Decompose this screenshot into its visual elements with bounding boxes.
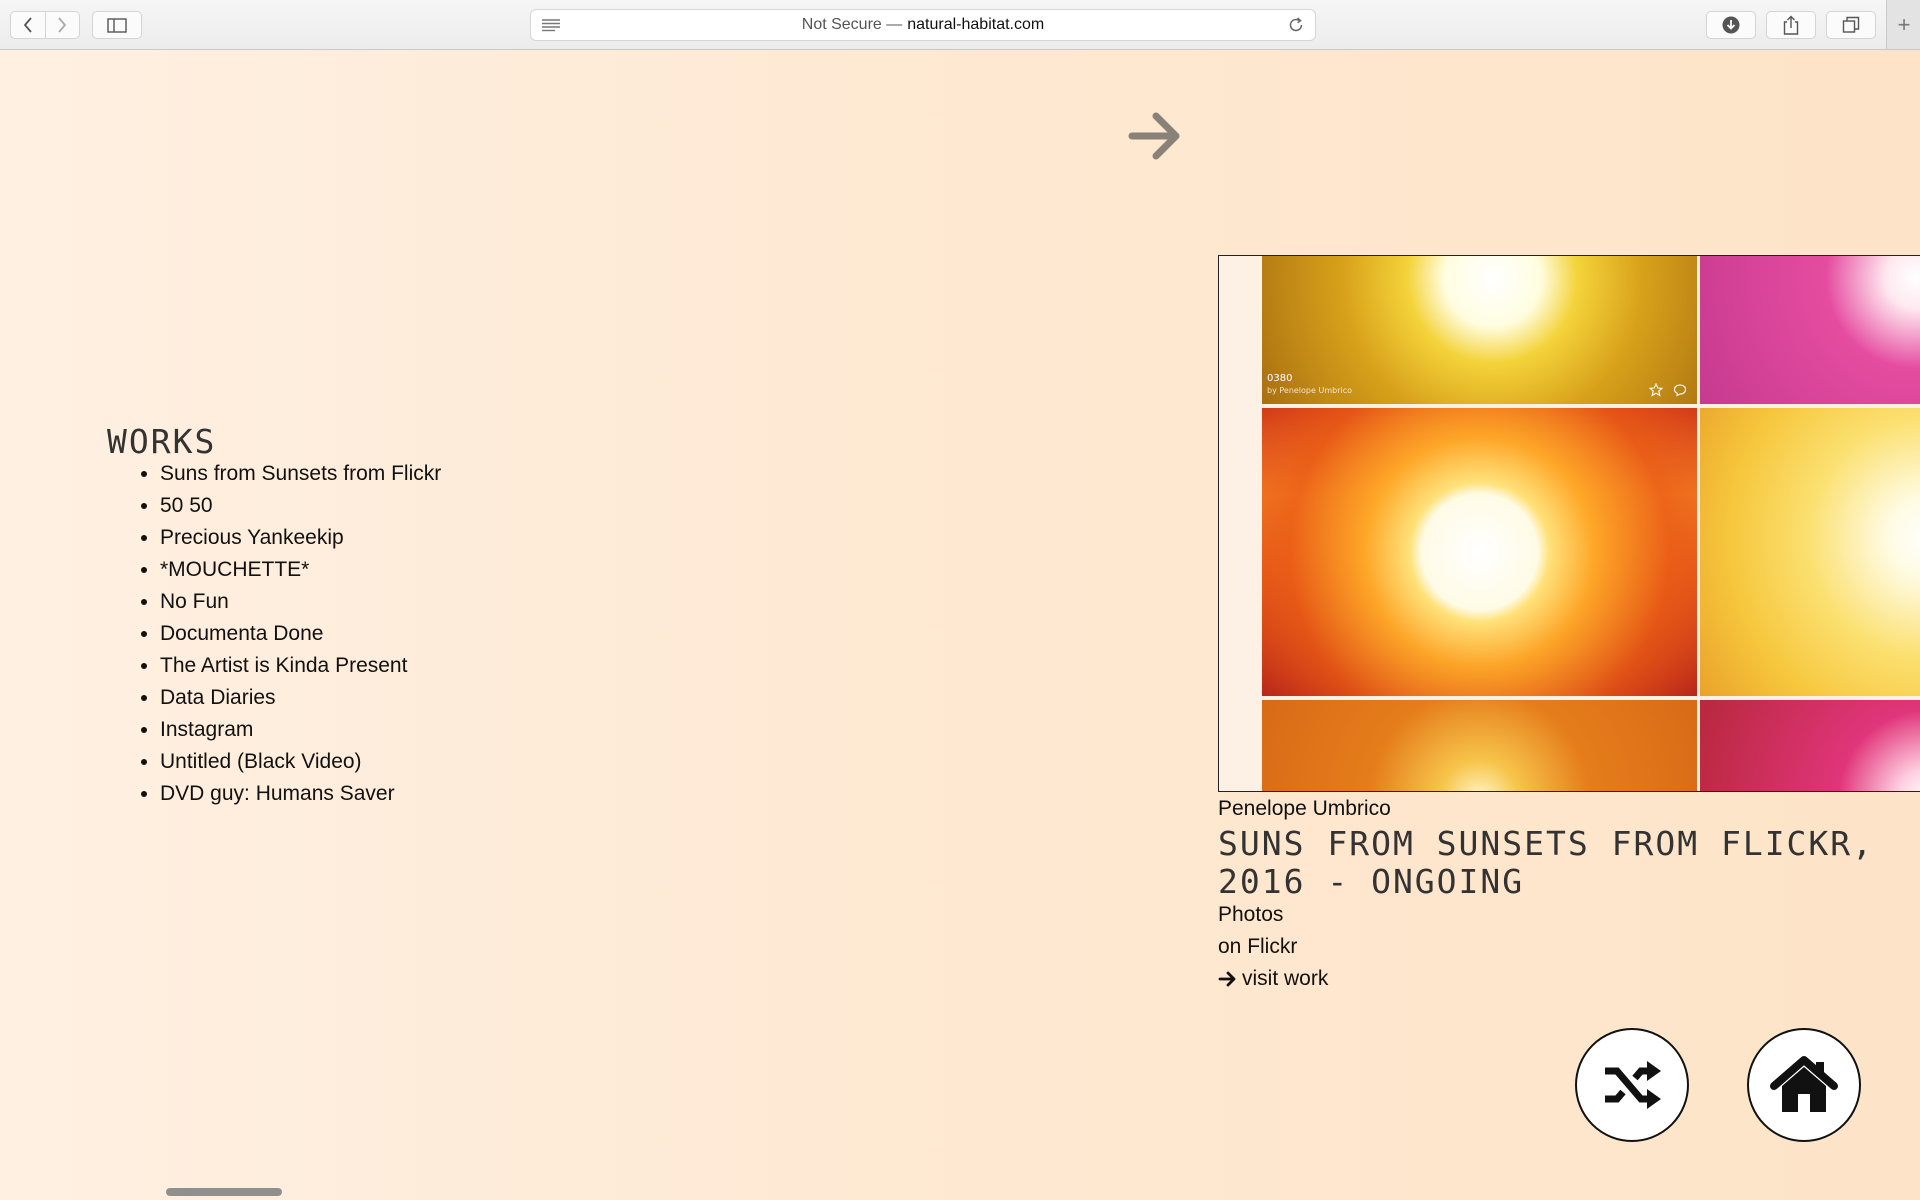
works-item[interactable]: The Artist is Kinda Present <box>160 650 441 682</box>
chevron-left-icon <box>23 17 32 33</box>
downloads-button[interactable] <box>1706 11 1756 39</box>
shuffle-button[interactable] <box>1575 1028 1689 1142</box>
arrow-right-icon <box>1218 971 1236 987</box>
works-link[interactable]: Suns from Sunsets from Flickr <box>160 462 441 485</box>
tabs-icon <box>1842 16 1860 33</box>
horizontal-scrollbar[interactable] <box>166 1188 282 1196</box>
visit-work-label: visit work <box>1242 967 1329 990</box>
back-button[interactable] <box>11 12 45 38</box>
work-platform: on Flickr <box>1218 935 1298 958</box>
new-tab-button[interactable]: + <box>1886 0 1920 49</box>
featured-work-image[interactable]: 0380 by Penelope Umbrico <box>1218 255 1920 792</box>
comment-icon <box>1673 384 1687 397</box>
tile-icons <box>1649 383 1687 397</box>
work-medium: Photos <box>1218 903 1284 926</box>
address-domain: natural-habitat.com <box>907 16 1045 33</box>
tabs-overview-button[interactable] <box>1826 11 1876 39</box>
artist-name: Penelope Umbrico <box>1218 797 1391 820</box>
works-item[interactable]: Data Diaries <box>160 682 441 714</box>
sun-tile <box>1700 256 1920 404</box>
tile-byline: by Penelope Umbrico <box>1267 386 1352 395</box>
sun-tile <box>1700 408 1920 696</box>
works-item[interactable]: Documenta Done <box>160 618 441 650</box>
page-content: WORKS Suns from Sunsets from Flickr 50 5… <box>0 50 1920 1200</box>
works-link[interactable]: Data Diaries <box>160 686 276 709</box>
arrow-right-icon <box>1128 112 1180 160</box>
works-link[interactable]: The Artist is Kinda Present <box>160 654 407 677</box>
reload-icon[interactable] <box>1287 16 1305 39</box>
download-icon <box>1722 16 1740 34</box>
plus-icon: + <box>1897 11 1911 37</box>
works-item[interactable]: Untitled (Black Video) <box>160 746 441 778</box>
tile-number: 0380 <box>1267 373 1293 384</box>
chevron-right-icon <box>58 17 67 33</box>
nav-buttons <box>10 11 80 39</box>
next-arrow-button[interactable] <box>1128 110 1184 167</box>
works-link[interactable]: Untitled (Black Video) <box>160 750 362 773</box>
sidebar-icon <box>107 17 127 33</box>
works-item[interactable]: 50 50 <box>160 490 441 522</box>
home-icon <box>1770 1056 1838 1112</box>
works-link[interactable]: Documenta Done <box>160 622 323 645</box>
works-heading: WORKS <box>107 422 217 461</box>
home-button[interactable] <box>1747 1028 1861 1142</box>
works-item[interactable]: No Fun <box>160 586 441 618</box>
works-item[interactable]: *MOUCHETTE* <box>160 554 441 586</box>
works-link[interactable]: 50 50 <box>160 494 213 517</box>
sidebar-toggle-button[interactable] <box>92 11 142 39</box>
works-link[interactable]: *MOUCHETTE* <box>160 558 309 581</box>
tile-caption: 0380 by Penelope Umbrico <box>1267 373 1352 397</box>
forward-button[interactable] <box>44 12 80 38</box>
address-text: Not Secure — natural-habitat.com <box>531 10 1315 40</box>
works-link[interactable]: No Fun <box>160 590 229 613</box>
browser-toolbar: Not Secure — natural-habitat.com + <box>0 0 1920 50</box>
works-item[interactable]: Instagram <box>160 714 441 746</box>
works-item[interactable]: Precious Yankeekip <box>160 522 441 554</box>
sun-tile <box>1700 700 1920 791</box>
address-bar[interactable]: Not Secure — natural-habitat.com <box>530 9 1316 41</box>
works-link[interactable]: Instagram <box>160 718 253 741</box>
works-link[interactable]: Precious Yankeekip <box>160 526 344 549</box>
shuffle-icon <box>1605 1061 1661 1109</box>
work-title: SUNS FROM SUNSETS FROM FLICKR, 2016 - ON… <box>1218 824 1875 901</box>
works-item[interactable]: Suns from Sunsets from Flickr <box>160 458 441 490</box>
visit-work-link[interactable]: visit work <box>1218 967 1328 991</box>
share-button[interactable] <box>1766 11 1816 39</box>
share-icon <box>1783 15 1799 35</box>
works-list: Suns from Sunsets from Flickr 50 50 Prec… <box>160 458 441 810</box>
works-item[interactable]: DVD guy: Humans Saver <box>160 778 441 810</box>
sun-tile <box>1262 700 1697 791</box>
sun-tile <box>1262 408 1697 696</box>
star-icon <box>1649 383 1663 397</box>
security-label: Not Secure — <box>801 16 903 33</box>
works-link[interactable]: DVD guy: Humans Saver <box>160 782 395 805</box>
